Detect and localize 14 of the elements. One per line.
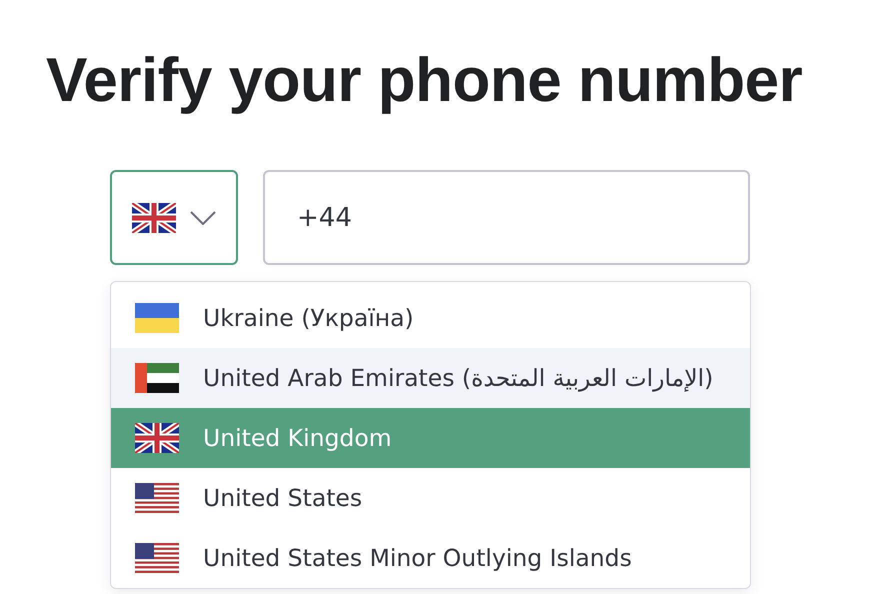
phone-input-field[interactable]: +44: [263, 170, 750, 266]
flag-icon: [135, 483, 179, 514]
flag-icon: [135, 543, 179, 574]
country-option[interactable]: United States Minor Outlying Islands: [111, 528, 750, 588]
country-option[interactable]: Ukraine (Україна): [111, 288, 750, 348]
chevron-down-icon: [190, 210, 216, 225]
flag-icon: [135, 363, 179, 394]
country-option[interactable]: United Arab Emirates (الإمارات العربية المتحدة): [111, 348, 750, 408]
flag-icon: [135, 303, 179, 334]
flag-icon: [132, 202, 176, 233]
page-title: Verify your phone number: [46, 45, 804, 117]
flag-icon: [135, 423, 179, 454]
country-select[interactable]: [110, 170, 238, 266]
country-option[interactable]: United States: [111, 468, 750, 528]
